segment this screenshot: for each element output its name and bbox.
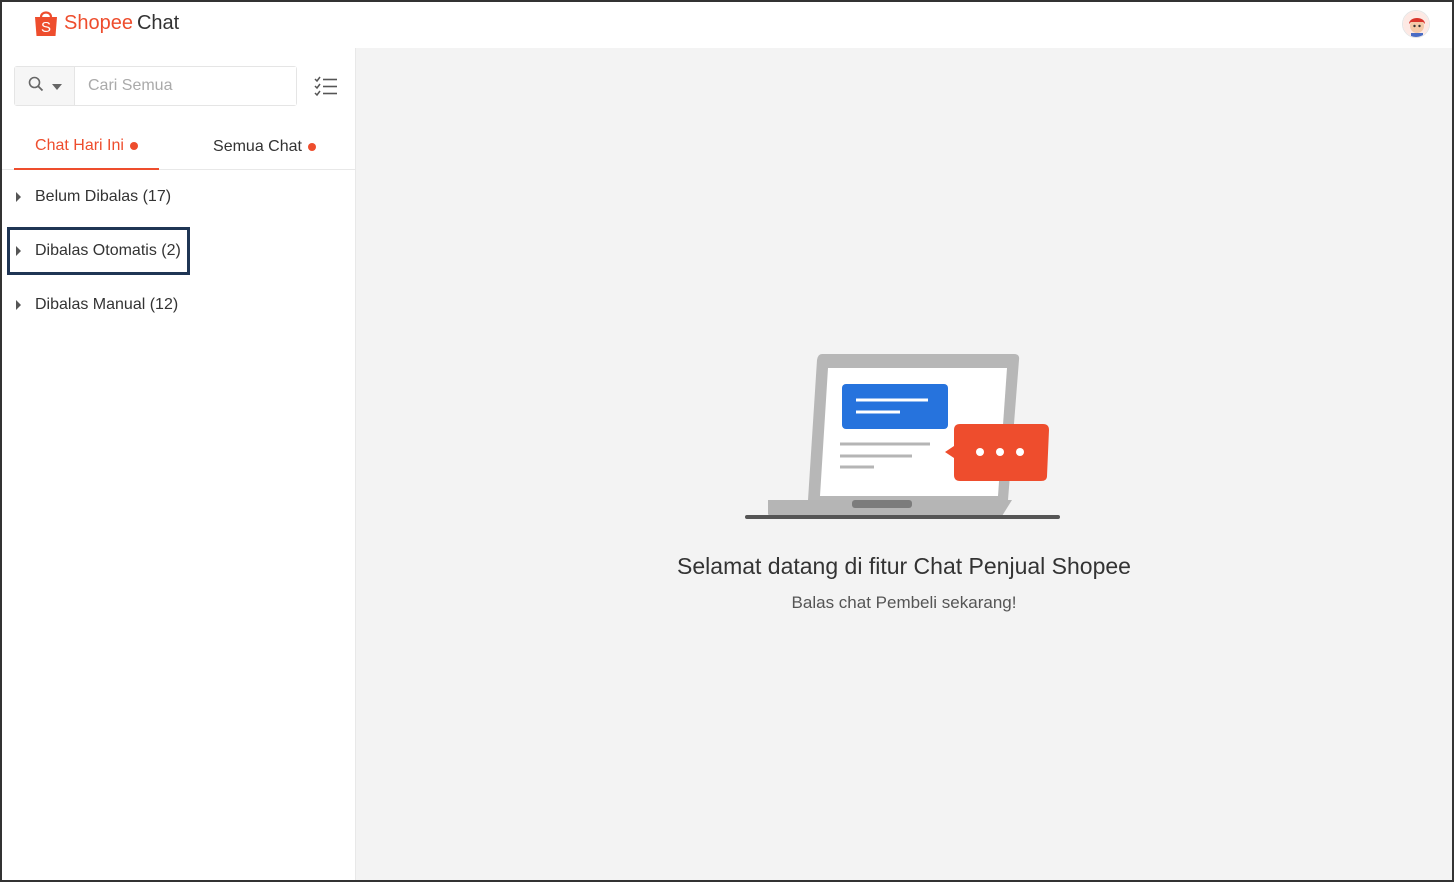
app-window: S Shopee Chat Cari Semua Chat Hari Ini S… [0,0,1454,882]
chat-tabs: Chat Hari Ini Semua Chat [2,124,355,170]
search-bar [14,66,297,106]
group-label: Belum Dibalas (17) [35,188,172,205]
caret-right-icon [16,300,21,310]
group-label: Dibalas Manual (12) [35,296,179,313]
tab-semua-chat[interactable]: Semua Chat [192,124,337,170]
search-icon [28,76,44,97]
welcome-subtitle: Balas chat Pembeli sekarang! [791,593,1017,612]
caret-right-icon [16,246,21,256]
svg-text:S: S [41,19,51,36]
main-panel: Selamat datang di fitur Chat Penjual Sho… [356,48,1452,880]
top-header: S Shopee Chat [2,2,1452,48]
checklist-icon[interactable] [314,76,338,98]
unread-dot [129,142,138,150]
group-belum-dibalas[interactable]: Belum Dibalas (17) [2,170,355,224]
chevron-down-icon [51,77,62,95]
chat-sidebar: Chat Hari Ini Semua Chat Belum Dibalas (… [2,48,356,880]
user-avatar[interactable] [1402,10,1430,38]
caret-right-icon [16,192,21,202]
unread-dot [307,143,316,151]
group-dibalas-manual[interactable]: Dibalas Manual (12) [2,278,355,332]
chat-group-list: Belum Dibalas (17) Dibalas Otomatis (2) … [2,170,355,332]
search-scope-dropdown[interactable] [15,67,75,105]
welcome-title: Selamat datang di fitur Chat Penjual Sho… [677,553,1131,579]
search-input[interactable] [75,67,296,105]
laptop-chat-illustration [742,350,1062,525]
group-dibalas-otomatis[interactable]: Dibalas Otomatis (2) [2,224,355,278]
shopee-chat-logo[interactable]: S Shopee Chat [33,9,179,37]
shopee-bag-icon: S [33,9,59,37]
brand-product: Chat [136,12,180,34]
group-label: Dibalas Otomatis (2) [35,242,181,259]
brand-name: Shopee [64,12,133,34]
tab-label: Chat Hari Ini [35,137,124,154]
tab-chat-hari-ini[interactable]: Chat Hari Ini [14,124,159,170]
tab-label: Semua Chat [213,138,302,155]
